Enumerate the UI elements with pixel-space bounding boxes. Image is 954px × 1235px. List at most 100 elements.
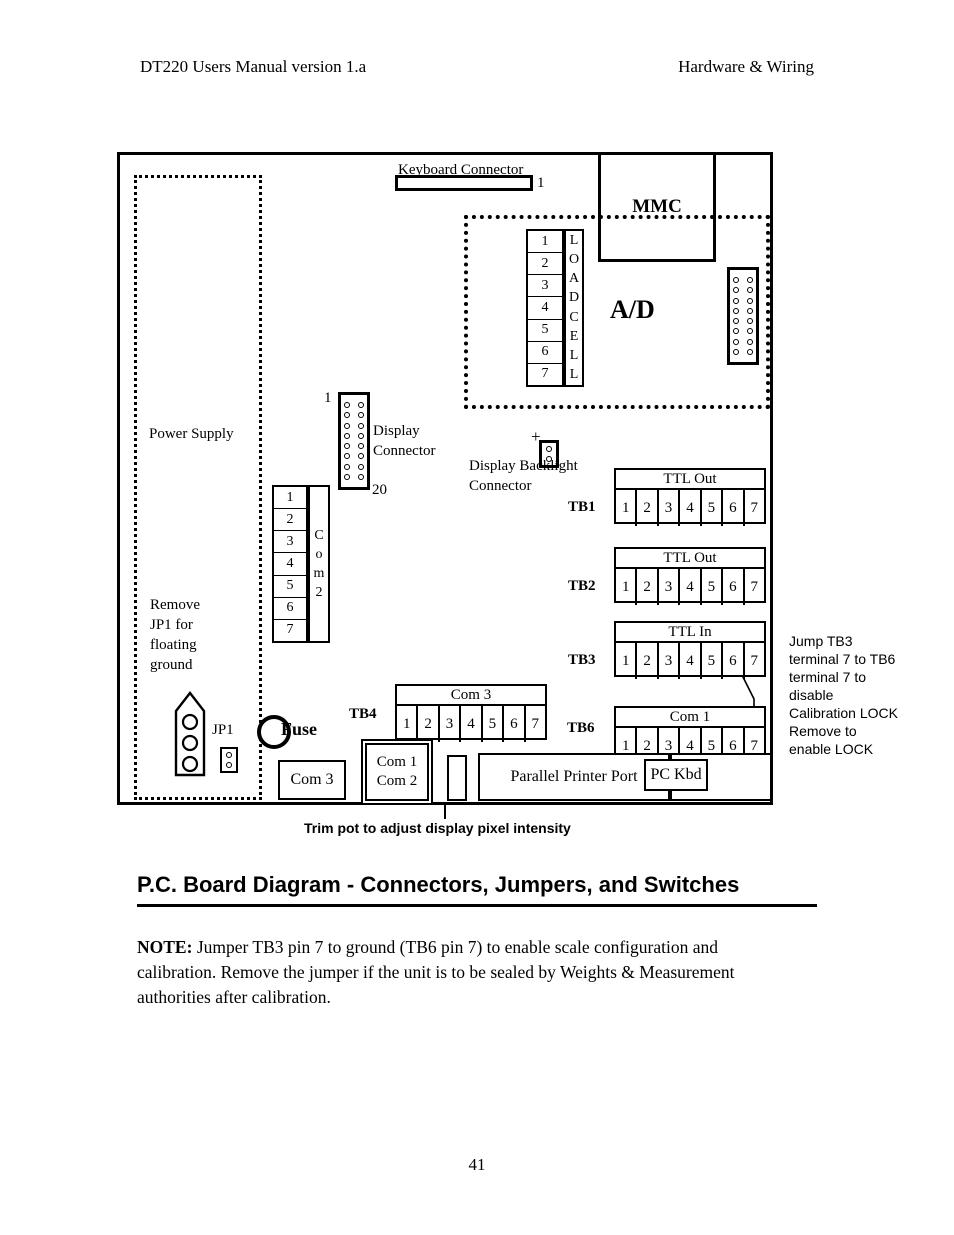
loadcell-pin[interactable]: 1 [528, 231, 562, 254]
jp1-jumper[interactable] [220, 747, 238, 773]
tb1-pin[interactable]: 4 [680, 490, 702, 526]
keyboard-connector[interactable] [395, 175, 533, 191]
tb1-pin[interactable]: 1 [616, 490, 638, 526]
com2-port-label: Com 2 [376, 773, 418, 789]
tb3-pin[interactable]: 5 [702, 643, 724, 679]
tb6-title: Com 1 [616, 708, 764, 728]
tb2-label: TB2 [568, 578, 596, 594]
power-input-connector[interactable] [174, 689, 206, 777]
loadcell-pin[interactable]: 5 [528, 320, 562, 342]
display-connector[interactable] [338, 392, 370, 490]
terminal-block-tb4[interactable]: Com 3 1 2 3 4 5 6 7 [395, 684, 547, 742]
pin-hole-icon [747, 338, 753, 345]
com2-pin[interactable]: 2 [274, 509, 306, 532]
pin-header-row [733, 287, 753, 294]
tb2-pins: 1 2 3 4 5 6 7 [616, 569, 764, 605]
pin-hole-icon [747, 307, 753, 314]
loadcell-pin[interactable]: 3 [528, 275, 562, 298]
tb3-pin[interactable]: 4 [680, 643, 702, 679]
tb1-pin[interactable]: 6 [723, 490, 745, 526]
pin-header-row [733, 338, 753, 345]
com1-com2-port[interactable]: Com 1 Com 2 [365, 743, 429, 801]
fuse-label: Fuse [281, 719, 317, 739]
tb4-pin[interactable]: 3 [440, 706, 462, 742]
tb3-pin[interactable]: 1 [616, 643, 638, 679]
pin-hole-icon [344, 463, 350, 470]
tb3-pins: 1 2 3 4 5 6 7 [616, 643, 764, 679]
tb3-pin[interactable]: 3 [659, 643, 681, 679]
tb3-pin[interactable]: 7 [745, 643, 764, 679]
parallel-printer-port[interactable]: Parallel Printer Port [478, 753, 670, 801]
tb1-pin[interactable]: 5 [702, 490, 724, 526]
pin-hole-icon [358, 463, 364, 470]
com2-pin[interactable]: 4 [274, 553, 306, 576]
loadcell-pin[interactable]: 6 [528, 342, 562, 364]
tb2-pin[interactable]: 7 [745, 569, 764, 605]
trim-pot[interactable] [447, 755, 467, 801]
remove-jp1-label: Remove JP1 for floating ground [150, 597, 200, 673]
tb1-pin[interactable]: 3 [659, 490, 681, 526]
pc-keyboard-port[interactable]: PC Kbd [644, 759, 708, 791]
com3-port[interactable]: Com 3 [278, 760, 346, 800]
loadcell-letter: D [568, 290, 580, 306]
tb4-pin[interactable]: 2 [418, 706, 440, 742]
pin-hole-icon [344, 412, 350, 419]
terminal-block-tb2[interactable]: TTL Out 1 2 3 4 5 6 7 [614, 547, 766, 605]
tb2-pin[interactable]: 1 [616, 569, 638, 605]
pin-header-row [344, 432, 364, 439]
pin-hole-icon [358, 453, 364, 460]
page-number: 41 [468, 1155, 486, 1174]
tb2-pin[interactable]: 3 [659, 569, 681, 605]
pin-hole-icon [733, 318, 739, 325]
tb2-pin[interactable]: 6 [723, 569, 745, 605]
com2-pin[interactable]: 3 [274, 531, 306, 554]
com2-letter: C [314, 528, 324, 543]
section-title: Hardware & Wiring [678, 57, 814, 76]
display-connector-pin1-label: 1 [324, 390, 332, 406]
tb6-label: TB6 [567, 720, 595, 736]
pin-hole-icon [344, 473, 350, 480]
pin-hole-icon [344, 402, 350, 409]
tb1-pin[interactable]: 7 [745, 490, 764, 526]
pin-hole-icon [747, 287, 753, 294]
com2-pin[interactable]: 5 [274, 576, 306, 598]
tb3-label: TB3 [568, 652, 596, 668]
tb4-pin[interactable]: 7 [526, 706, 545, 742]
com2-terminal-strip[interactable]: 1 2 3 4 5 6 7 [272, 485, 308, 643]
pin-hole-icon [733, 328, 739, 335]
display-backlight-label: Display Backlight Connector [469, 458, 578, 494]
tb4-pin[interactable]: 1 [397, 706, 419, 742]
tb4-pin[interactable]: 6 [504, 706, 526, 742]
keyboard-connector-pin1-label: 1 [537, 175, 545, 191]
terminal-block-tb3[interactable]: TTL In 1 2 3 4 5 6 7 [614, 621, 766, 679]
com2-pin[interactable]: 1 [274, 487, 306, 510]
loadcell-connector[interactable]: 1 2 3 4 5 6 7 [526, 229, 564, 387]
loadcell-pin[interactable]: 2 [528, 253, 562, 276]
tb2-pin[interactable]: 2 [637, 569, 659, 605]
tb1-pin[interactable]: 2 [637, 490, 659, 526]
loadcell-letter: A [568, 271, 580, 287]
pin-header-row [344, 453, 364, 460]
ad-pin-header[interactable] [727, 267, 759, 365]
loadcell-pin[interactable]: 7 [528, 364, 562, 385]
tb3-title: TTL In [616, 623, 764, 643]
terminal-block-tb1[interactable]: TTL Out 1 2 3 4 5 6 7 [614, 468, 766, 526]
pin-hole-icon [358, 402, 364, 409]
tb4-pin[interactable]: 5 [483, 706, 505, 742]
pin-hole-icon [747, 328, 753, 335]
pin-header-row [733, 277, 753, 284]
note-paragraph: NOTE: Jumper TB3 pin 7 to ground (TB6 pi… [137, 935, 797, 1010]
pin-header-row [733, 348, 753, 355]
tb4-title: Com 3 [397, 686, 545, 706]
tb2-pin[interactable]: 5 [702, 569, 724, 605]
tb3-pin[interactable]: 6 [723, 643, 745, 679]
com2-vertical-label: C o m 2 [308, 485, 330, 643]
tb2-pin[interactable]: 4 [680, 569, 702, 605]
note-body: Jumper TB3 pin 7 to ground (TB6 pin 7) t… [137, 937, 735, 1007]
com2-pin[interactable]: 6 [274, 598, 306, 620]
tb4-pin[interactable]: 4 [461, 706, 483, 742]
trim-pot-caption: Trim pot to adjust display pixel intensi… [304, 820, 571, 836]
loadcell-pin[interactable]: 4 [528, 297, 562, 320]
tb3-pin[interactable]: 2 [637, 643, 659, 679]
com2-pin[interactable]: 7 [274, 620, 306, 641]
